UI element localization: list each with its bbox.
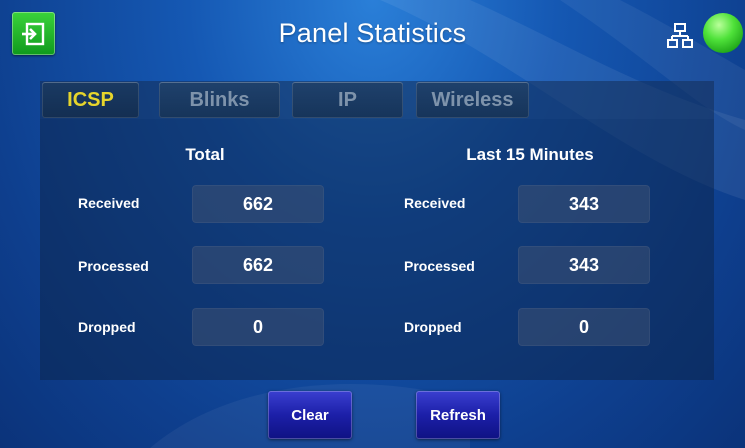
page-title: Panel Statistics — [278, 18, 467, 48]
last15-processed-label: Processed — [404, 258, 475, 274]
last15-received-label: Received — [404, 195, 466, 211]
total-received-value: 662 — [192, 185, 324, 223]
total-dropped-value: 0 — [192, 308, 324, 346]
total-dropped-label: Dropped — [78, 319, 136, 335]
last15-dropped-label: Dropped — [404, 319, 462, 335]
last15-dropped-value: 0 — [518, 308, 650, 346]
total-received-label: Received — [78, 195, 140, 211]
status-indicator-icon — [703, 13, 743, 53]
tab-blinks[interactable]: Blinks — [159, 82, 280, 118]
last15-processed-value: 343 — [518, 246, 650, 284]
total-heading: Total — [185, 145, 225, 164]
network-icon — [667, 23, 693, 48]
refresh-button[interactable]: Refresh — [416, 391, 500, 439]
header-bar: Panel Statistics — [0, 0, 745, 70]
clear-button[interactable]: Clear — [268, 391, 352, 439]
last15-heading: Last 15 Minutes — [466, 145, 594, 164]
tab-icsp[interactable]: ICSP — [42, 82, 139, 118]
tab-wireless[interactable]: Wireless — [416, 82, 529, 118]
total-processed-label: Processed — [78, 258, 149, 274]
tab-ip[interactable]: IP — [292, 82, 403, 118]
total-processed-value: 662 — [192, 246, 324, 284]
last15-received-value: 343 — [518, 185, 650, 223]
